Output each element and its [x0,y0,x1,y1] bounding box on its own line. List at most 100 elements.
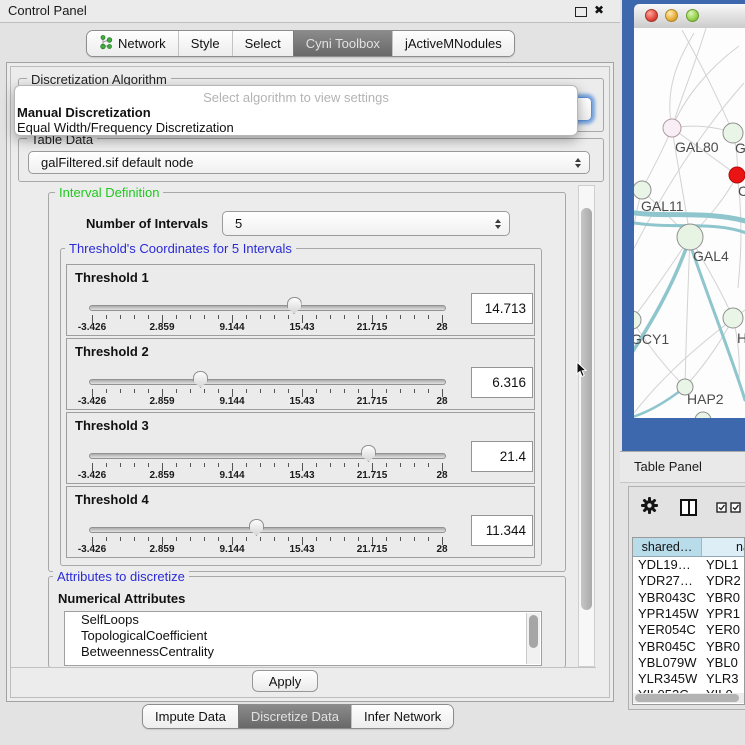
table-row[interactable]: YER054C YER0 [633,622,745,638]
gear-icon[interactable] [641,497,658,514]
dropdown-option-manual-discretization[interactable]: Manual Discretization [17,105,151,120]
tick-label: 28 [414,396,470,407]
settings-vertical-scrollbar[interactable] [578,185,595,667]
apply-button[interactable]: Apply [252,670,318,692]
network-node[interactable] [729,167,745,183]
cell-name[interactable]: YPR1 [706,606,740,622]
cell-name[interactable]: YBL0 [706,655,738,671]
network-node[interactable] [723,308,743,328]
tick-label: 2.859 [134,322,190,333]
checkbox-deselect-icon[interactable] [730,502,741,513]
cell-shared-name[interactable]: YPR145W [638,606,699,622]
tick-minor [148,537,149,541]
tab-style[interactable]: Style [178,31,232,56]
tick-minor [176,315,177,319]
float-window-icon[interactable] [575,7,587,17]
close-icon[interactable]: ✖ [594,3,604,17]
columns-icon[interactable] [680,499,697,516]
tab-jactivemnodules[interactable]: jActiveMNodules [392,31,514,56]
table-row[interactable]: YDR27… YDR2 [633,573,745,589]
network-node[interactable] [634,311,641,329]
tick-minor [106,315,107,319]
attribute-list-item[interactable]: BetweennessCentrality [65,644,541,660]
num-intervals-combobox[interactable]: 5 [222,211,510,236]
minimize-traffic-light-icon[interactable] [665,9,678,22]
table-row[interactable]: YBR045C YBR0 [633,639,745,655]
cell-name[interactable]: YER0 [706,622,740,638]
threshold-3-panel: Threshold 3-3.4262.8599.14415.4321.71528… [66,412,535,484]
tick-label: 21.715 [344,396,400,407]
tick-minor [176,389,177,393]
cell-shared-name[interactable]: YER054C [638,622,696,638]
table-row[interactable]: YLR345W YLR3 [633,671,745,687]
tab-select[interactable]: Select [232,31,293,56]
slider-track[interactable] [89,527,446,533]
tab-network[interactable]: Network [87,31,178,56]
list-scrollbar[interactable] [526,613,540,664]
network-node[interactable] [695,412,711,418]
threshold-value-field[interactable]: 11.344 [471,515,533,546]
table-row[interactable]: YBL079W YBL0 [633,655,745,671]
network-node[interactable] [634,181,651,199]
dropdown-option-equal-width-frequency-discretization[interactable]: Equal Width/Frequency Discretization [17,120,234,135]
tab-impute-data[interactable]: Impute Data [143,705,238,728]
zoom-traffic-light-icon[interactable] [686,9,699,22]
cell-shared-name[interactable]: YBR045C [638,639,696,655]
slider-track[interactable] [89,379,446,385]
network-window-titlebar[interactable] [634,4,745,29]
tab-cyni-toolbox[interactable]: Cyni Toolbox [293,31,392,56]
tab-label: Select [245,36,281,51]
table-row[interactable]: YBR043C YBR0 [633,590,745,606]
cell-shared-name[interactable]: YDL19… [638,557,691,573]
slider-track[interactable] [89,305,446,311]
cell-shared-name[interactable]: YLR345W [638,671,697,687]
tick-minor [134,537,135,541]
slider-thumb[interactable] [361,445,376,462]
tick-minor [330,389,331,393]
node-table[interactable]: shared… na YDL19…YDL1YDR27…YDR2YBR043CYB… [632,537,745,705]
close-traffic-light-icon[interactable] [645,9,658,22]
network-node[interactable] [663,119,681,137]
attributes-listbox[interactable]: SelfLoopsTopologicalCoefficientBetweenne… [64,611,542,666]
tab-discretize-data[interactable]: Discretize Data [238,705,351,728]
cell-name[interactable]: YBR0 [706,639,740,655]
attribute-list-item[interactable]: SelfLoops [65,612,541,628]
tick-minor [344,463,345,467]
network-view-window[interactable]: GAL80GACGAL11GAL4GCY1HHAP2 [622,0,745,451]
attribute-list-item[interactable]: TopologicalCoefficient [65,628,541,644]
table-data-combobox[interactable]: galFiltered.sif default node [28,151,590,174]
tick-label: 28 [414,470,470,481]
tick-minor [316,315,317,319]
cell-name[interactable]: YLR3 [706,671,739,687]
column-header-name[interactable]: na [702,538,745,557]
cell-shared-name[interactable]: YBL079W [638,655,697,671]
table-row[interactable]: YPR145W YPR1 [633,606,745,622]
tick-minor [414,537,415,541]
slider-thumb[interactable] [249,519,264,536]
tick-label: 21.715 [344,322,400,333]
tick-minor [106,463,107,467]
cell-shared-name[interactable]: YDR27… [638,573,693,589]
tick-label: 15.43 [274,470,330,481]
checkbox-select-icon[interactable] [716,502,727,513]
network-nodes [634,119,745,418]
tab-infer-network[interactable]: Infer Network [351,705,453,728]
window-title: Control Panel [8,3,87,18]
cell-name[interactable]: YBR0 [706,590,740,606]
cell-shared-name[interactable]: YBR043C [638,590,696,606]
table-row[interactable]: YDL19… YDL1 [633,557,745,573]
node-label: GAL4 [693,248,729,264]
slider-track[interactable] [89,453,446,459]
cell-name[interactable]: YDL1 [706,557,739,573]
threshold-value-field[interactable]: 14.713 [471,293,533,324]
cell-name[interactable]: YDR2 [706,573,741,589]
slider-thumb[interactable] [193,371,208,388]
table-horizontal-scrollbar[interactable] [633,693,744,703]
network-canvas[interactable]: GAL80GACGAL11GAL4GCY1HHAP2 [634,28,745,418]
slider-thumb[interactable] [287,297,302,314]
threshold-value-field[interactable]: 21.4 [471,441,533,472]
threshold-value-field[interactable]: 6.316 [471,367,533,398]
network-node[interactable] [677,224,703,250]
network-graph: GAL80GACGAL11GAL4GCY1HHAP2 [634,28,745,418]
column-header-shared-name[interactable]: shared… [633,538,702,557]
